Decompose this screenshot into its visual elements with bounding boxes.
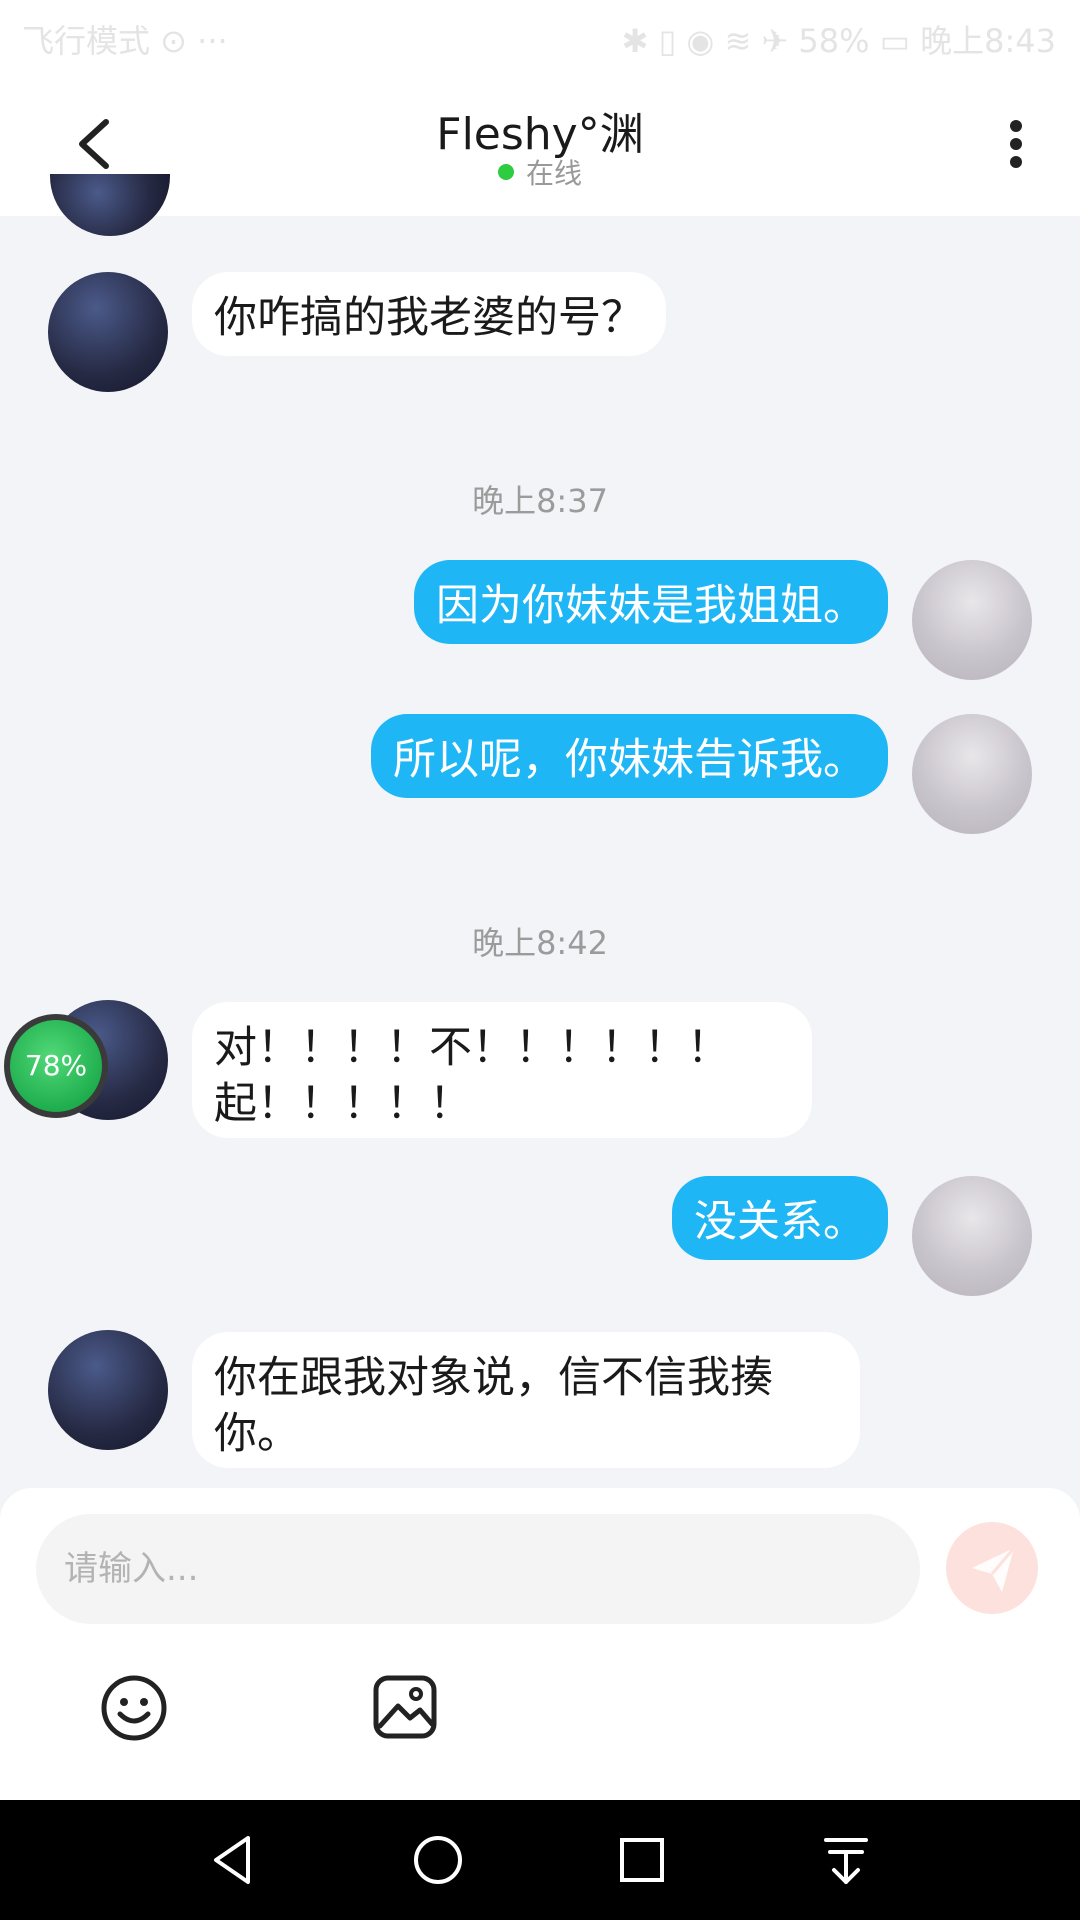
- message-bubble-incoming[interactable]: 你在跟我对象说，信不信我揍 你。: [192, 1332, 860, 1468]
- avatar[interactable]: [50, 174, 170, 236]
- nav-notification-pull-icon[interactable]: [816, 1830, 876, 1890]
- message-bubble-outgoing[interactable]: 因为你妹妹是我姐姐。: [414, 560, 888, 644]
- message-input[interactable]: [36, 1514, 920, 1624]
- my-avatar[interactable]: [912, 560, 1032, 680]
- emoji-button[interactable]: [100, 1674, 168, 1742]
- status-bar-right: ✱ ▯ ◉ ≋ ✈ 58% ▭ 晚上8:43: [621, 22, 1056, 60]
- image-button[interactable]: [372, 1674, 438, 1740]
- online-status-text: 在线: [525, 157, 582, 190]
- more-options-button[interactable]: [992, 112, 1040, 176]
- timestamp: 晚上8:37: [472, 482, 608, 520]
- message-bubble-outgoing[interactable]: 没关系。: [672, 1176, 888, 1260]
- message-bubble-incoming[interactable]: 对！！！！不！！！！！！ 起！！！！！: [192, 1002, 812, 1138]
- contact-avatar[interactable]: [48, 1330, 168, 1450]
- my-avatar[interactable]: [912, 714, 1032, 834]
- send-button[interactable]: [946, 1522, 1038, 1614]
- more-vertical-icon: [1010, 120, 1022, 168]
- status-bar: 飞行模式 ⊙ ··· ✱ ▯ ◉ ≋ ✈ 58% ▭ 晚上8:43: [0, 0, 1080, 72]
- online-dot-icon: [497, 164, 514, 180]
- contact-avatar[interactable]: [48, 272, 168, 392]
- message-bubble-incoming[interactable]: 你咋搞的我老婆的号？: [192, 272, 666, 356]
- nav-recents-icon[interactable]: [612, 1830, 672, 1890]
- my-avatar[interactable]: [912, 1176, 1032, 1296]
- message-composer: [0, 1488, 1080, 1800]
- status-bar-left: 飞行模式 ⊙ ···: [22, 22, 228, 60]
- nav-back-icon[interactable]: [204, 1830, 264, 1890]
- nav-home-icon[interactable]: [408, 1830, 468, 1890]
- timestamp: 晚上8:42: [472, 924, 608, 962]
- send-icon: [972, 1547, 1016, 1592]
- system-navigation-bar: [0, 1800, 1080, 1920]
- message-bubble-outgoing[interactable]: 所以呢，你妹妹告诉我。: [371, 714, 888, 798]
- image-icon: [373, 1675, 437, 1739]
- emoji-icon: [101, 1675, 167, 1741]
- progress-badge[interactable]: 78%: [4, 1014, 108, 1118]
